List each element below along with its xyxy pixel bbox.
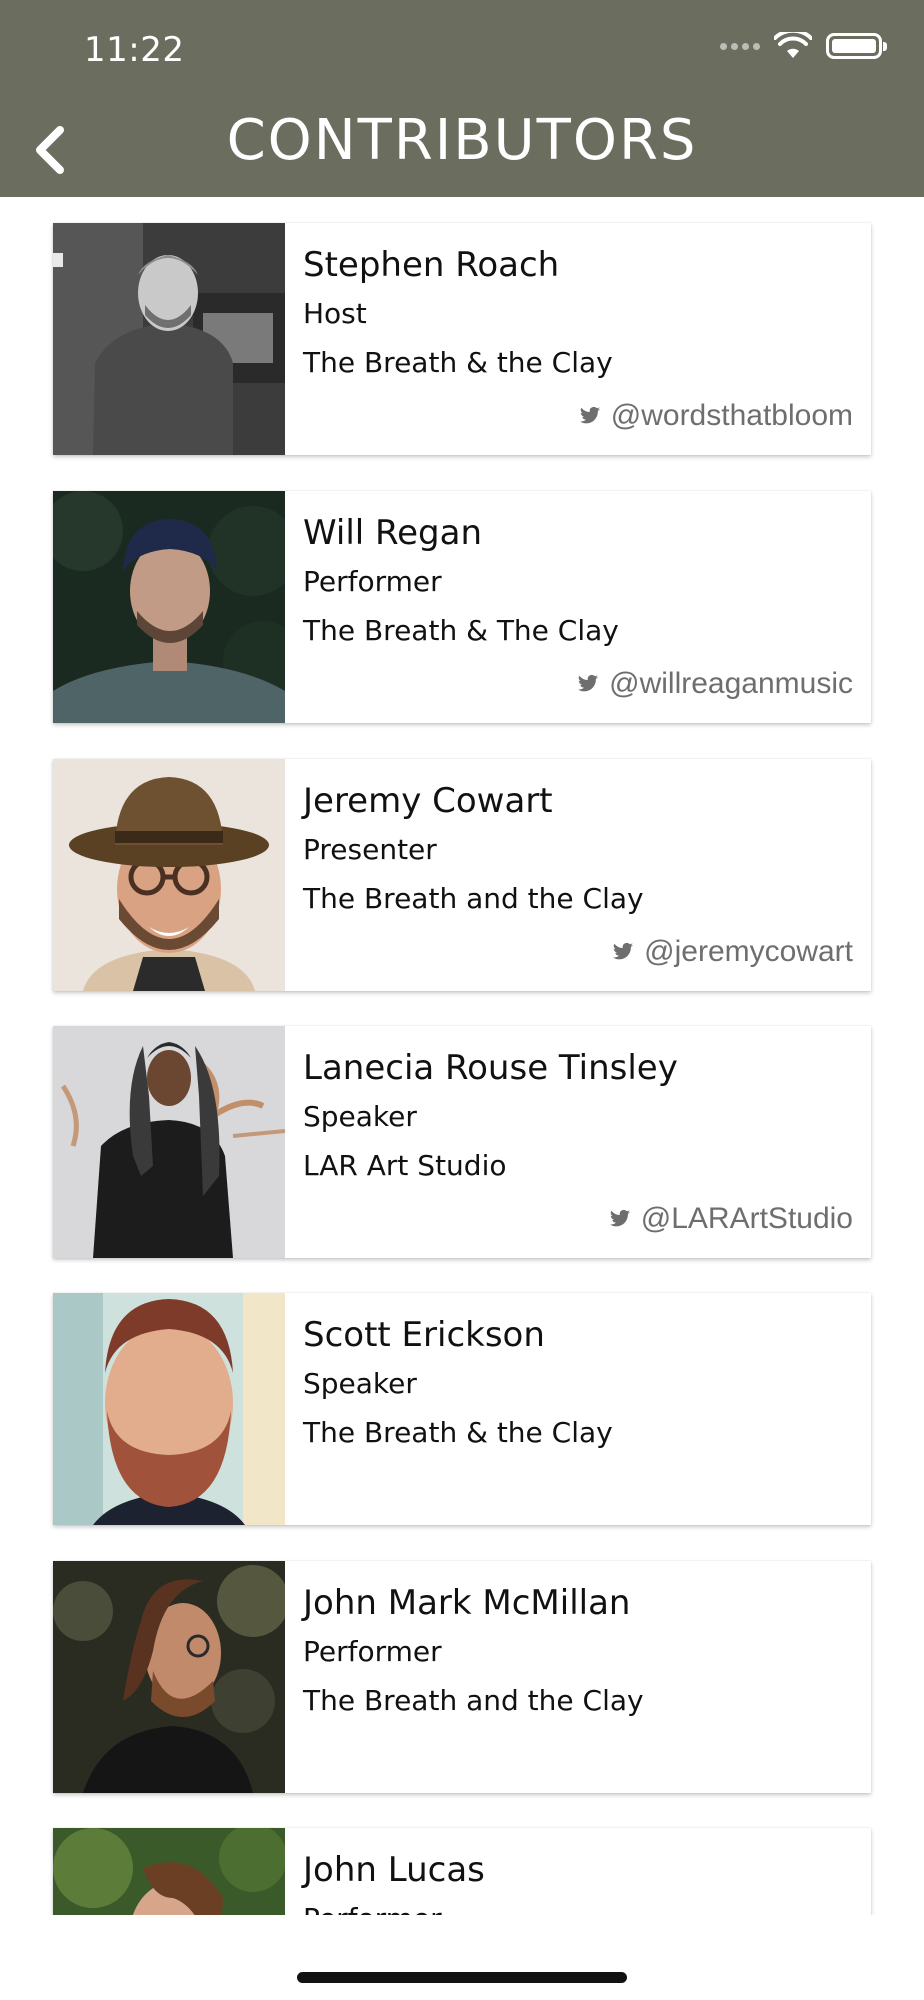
contributor-name: Scott Erickson — [303, 1315, 545, 1355]
contributor-photo — [53, 491, 285, 723]
contributor-role: Speaker — [303, 1367, 417, 1400]
contributor-org: LAR Art Studio — [303, 1149, 507, 1182]
contributor-name: Stephen Roach — [303, 245, 560, 285]
contributor-card[interactable]: Will Regan Performer The Breath & The Cl… — [53, 491, 871, 723]
contributor-name: Jeremy Cowart — [303, 781, 553, 821]
contributor-role: Host — [303, 297, 367, 330]
contributor-photo — [53, 1293, 285, 1525]
contributor-card[interactable]: John Mark McMillan Performer The Breath … — [53, 1561, 871, 1793]
contributor-org: The Breath & the Clay — [303, 1416, 613, 1449]
twitter-handle-link[interactable]: @jeremycowart — [612, 935, 853, 969]
contributor-org: The Breath and the Clay — [303, 1684, 644, 1717]
contributor-name: Will Regan — [303, 513, 482, 553]
contributor-role: Performer — [303, 1635, 442, 1668]
battery-icon — [826, 33, 887, 59]
home-indicator[interactable] — [297, 1972, 627, 1983]
contributor-card[interactable]: Jeremy Cowart Presenter The Breath and t… — [53, 759, 871, 991]
contributors-list[interactable]: Stephen Roach Host The Breath & the Clay… — [0, 197, 924, 1915]
contributor-photo — [53, 223, 285, 455]
app-header: 11:22 CONTRIBUTORS — [0, 0, 924, 197]
contributor-card[interactable]: John Lucas Performer — [53, 1828, 871, 1915]
contributor-org: The Breath & the Clay — [303, 346, 613, 379]
twitter-handle-link[interactable]: @willreaganmusic — [577, 667, 853, 701]
contributor-role: Presenter — [303, 833, 437, 866]
contributor-card[interactable]: Stephen Roach Host The Breath & the Clay… — [53, 223, 871, 455]
contributor-role: Performer — [303, 1900, 853, 1915]
contributor-name: Lanecia Rouse Tinsley — [303, 1048, 678, 1088]
twitter-bird-icon — [609, 1209, 630, 1227]
twitter-handle: @willreaganmusic — [609, 667, 853, 700]
twitter-handle: @LARArtStudio — [640, 1202, 853, 1235]
twitter-bird-icon — [579, 406, 600, 424]
twitter-bird-icon — [577, 674, 599, 692]
wifi-icon — [774, 32, 812, 58]
contributor-card[interactable]: Scott Erickson Speaker The Breath & the … — [53, 1293, 871, 1525]
contributor-name: John Lucas — [303, 1850, 485, 1890]
contributor-card[interactable]: Lanecia Rouse Tinsley Speaker LAR Art St… — [53, 1026, 871, 1258]
contributor-photo — [53, 1561, 285, 1793]
twitter-bird-icon — [612, 942, 634, 960]
twitter-handle: @wordsthatbloom — [610, 399, 853, 432]
contributor-org: The Breath and the Clay — [303, 882, 644, 915]
contributor-role: Performer — [303, 565, 442, 598]
contributor-role: Speaker — [303, 1100, 417, 1133]
status-time: 11:22 — [84, 30, 185, 70]
contributor-photo — [53, 1828, 285, 1915]
cellular-signal-icon — [720, 42, 760, 50]
contributor-org: The Breath & The Clay — [303, 614, 619, 647]
twitter-handle-link[interactable]: @wordsthatbloom — [579, 399, 853, 433]
twitter-handle: @jeremycowart — [644, 935, 853, 968]
twitter-handle-link[interactable]: @LARArtStudio — [609, 1202, 853, 1236]
page-title: CONTRIBUTORS — [226, 108, 698, 173]
contributor-name: John Mark McMillan — [303, 1583, 631, 1623]
contributor-photo — [53, 1026, 285, 1258]
contributor-photo — [53, 759, 285, 991]
status-icons — [720, 32, 887, 60]
